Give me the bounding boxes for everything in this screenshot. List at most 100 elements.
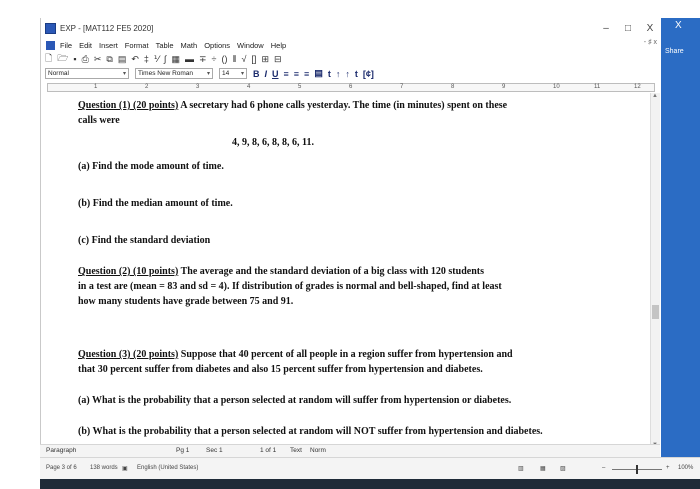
menu-window[interactable]: Window xyxy=(237,41,264,50)
ruler-label: 11 xyxy=(594,84,601,90)
font-value: Times New Roman xyxy=(138,70,194,77)
menu-file[interactable]: File xyxy=(60,41,72,50)
side-close-icon[interactable]: X xyxy=(675,20,682,31)
new-file-icon[interactable]: 🗋 xyxy=(45,51,52,67)
menu-math[interactable]: Math xyxy=(181,41,198,50)
q2-text1: The average and the standard deviation o… xyxy=(178,266,484,277)
zoom-in-button[interactable]: + xyxy=(666,465,670,471)
share-button[interactable]: Share xyxy=(665,48,684,55)
format-extra-button[interactable]: [¢] xyxy=(363,69,374,79)
font-size-value: 14 xyxy=(222,70,230,77)
vertical-scrollbar[interactable]: ▲ ▼ xyxy=(650,93,660,448)
standard-toolbar: 🗋 🗁 ▪ ⎙ ✂ ⧉ ▤ ↶ ‡ ⅟ ∫ ▦ ▬ ∓ ÷ () ⦀ √ [] … xyxy=(41,52,661,66)
page-count[interactable]: Page 3 of 6 xyxy=(46,465,77,471)
q1-part-a: (a) Find the mode amount of time. xyxy=(78,161,224,172)
close-button[interactable]: X xyxy=(639,23,661,34)
document-body[interactable]: Question (1) (20 points) A secretary had… xyxy=(47,93,650,448)
zoom-level[interactable]: 100% xyxy=(678,465,693,471)
ruler[interactable]: 1 2 3 4 5 6 7 8 9 10 11 12 xyxy=(47,83,655,92)
insert-math-icon[interactable]: ‡ xyxy=(144,54,149,64)
q1-line1: Question (1) (20 points) A secretary had… xyxy=(78,99,507,113)
format-toolbar: Normal ▾ Times New Roman ▾ 14 ▾ B I U ≡ … xyxy=(41,66,661,81)
insert-sum-icon[interactable]: ∓ xyxy=(199,54,207,65)
menu-insert[interactable]: Insert xyxy=(99,41,118,50)
minimize-button[interactable]: – xyxy=(595,23,617,34)
ruler-label: 5 xyxy=(298,84,302,90)
print-icon[interactable]: ⎙ xyxy=(82,54,89,65)
q1-text1: A secretary had 6 phone calls yesterday.… xyxy=(178,100,508,111)
ruler-label: 8 xyxy=(451,84,455,90)
open-file-icon[interactable]: 🗁 xyxy=(57,51,68,67)
italic-button[interactable]: I xyxy=(265,69,268,79)
chevron-down-icon: ▾ xyxy=(122,71,126,77)
tab-decimal-icon[interactable]: t xyxy=(355,69,358,79)
insert-table-icon[interactable]: ⊟ xyxy=(274,54,282,65)
status-of: 1 of 1 xyxy=(260,447,277,454)
maximize-button[interactable]: □ xyxy=(617,23,639,34)
insert-division-icon[interactable]: ÷ xyxy=(212,54,217,64)
mdi-controls[interactable]: - ♯ x xyxy=(644,39,657,46)
scroll-thumb[interactable] xyxy=(652,305,659,319)
insert-subscript-icon[interactable]: ▬ xyxy=(185,54,194,64)
menu-bar: File Edit Insert Format Table Math Optio… xyxy=(41,38,661,52)
q2-line1: Question (2) (10 points) The average and… xyxy=(78,265,484,279)
q3-part-b: (b) What is the probability that a perso… xyxy=(78,426,543,437)
app-icon xyxy=(45,22,56,34)
read-mode-icon[interactable]: ▥ xyxy=(518,465,524,472)
justify-icon[interactable]: ▤ xyxy=(314,68,323,79)
ruler-label: 9 xyxy=(502,84,506,90)
web-layout-icon[interactable]: ▨ xyxy=(560,465,566,472)
menu-format[interactable]: Format xyxy=(125,41,149,50)
status-text: Text xyxy=(290,447,302,454)
host-status-bar: Page 3 of 6 138 words ▣ English (United … xyxy=(40,457,700,479)
style-select[interactable]: Normal ▾ xyxy=(45,68,129,79)
chevron-down-icon: ▾ xyxy=(206,71,210,77)
q1-data: 4, 9, 8, 6, 8, 8, 6, 11. xyxy=(232,137,314,148)
ruler-label: 2 xyxy=(145,84,149,90)
menu-help[interactable]: Help xyxy=(271,41,286,50)
q1-text2: calls were xyxy=(78,115,120,126)
ruler-label: 4 xyxy=(247,84,251,90)
word-count[interactable]: 138 words xyxy=(90,465,118,471)
ruler-label: 6 xyxy=(349,84,353,90)
bold-button[interactable]: B xyxy=(253,69,260,79)
menu-options[interactable]: Options xyxy=(204,41,230,50)
q2-text3: how many students have grade between 75 … xyxy=(78,296,294,307)
menu-edit[interactable]: Edit xyxy=(79,41,92,50)
insert-bracket-icon[interactable]: [] xyxy=(251,54,256,64)
zoom-slider-knob[interactable] xyxy=(636,465,638,474)
tab-center-icon[interactable]: ↑ xyxy=(336,69,341,79)
q3-text1: Suppose that 40 percent of all people in… xyxy=(178,349,513,360)
insert-fraction-icon[interactable]: ⅟ xyxy=(154,54,159,65)
insert-matrix-icon[interactable]: ▦ xyxy=(171,54,180,65)
copy-icon[interactable]: ⧉ xyxy=(106,54,112,65)
menu-table[interactable]: Table xyxy=(156,41,174,50)
print-layout-icon[interactable]: ▦ xyxy=(540,465,546,472)
insert-parentheses-icon[interactable]: () xyxy=(222,54,228,64)
language[interactable]: English (United States) xyxy=(137,465,198,471)
font-select[interactable]: Times New Roman ▾ xyxy=(135,68,213,79)
scroll-up-icon[interactable]: ▲ xyxy=(652,93,658,99)
side-panel: X Share xyxy=(661,18,700,463)
align-left-icon[interactable]: ≡ xyxy=(284,69,289,79)
align-center-icon[interactable]: ≡ xyxy=(294,69,299,79)
undo-icon[interactable]: ↶ xyxy=(131,54,139,65)
proofing-icon[interactable]: ▣ xyxy=(122,465,128,472)
cut-icon[interactable]: ✂ xyxy=(94,54,102,65)
insert-bars-icon[interactable]: ⦀ xyxy=(233,54,237,65)
paste-icon[interactable]: ▤ xyxy=(118,54,127,65)
zoom-out-button[interactable]: – xyxy=(602,465,605,471)
insert-integral-icon[interactable]: ∫ xyxy=(164,54,166,64)
insert-grid-icon[interactable]: ⊞ xyxy=(261,54,269,65)
q3-line1: Question (3) (20 points) Suppose that 40… xyxy=(78,348,513,362)
align-right-icon[interactable]: ≡ xyxy=(304,69,309,79)
q3-text2: that 30 percent suffer from diabetes and… xyxy=(78,364,483,375)
style-value: Normal xyxy=(48,70,69,77)
underline-button[interactable]: U xyxy=(272,69,279,79)
insert-root-icon[interactable]: √ xyxy=(241,54,246,64)
font-size-select[interactable]: 14 ▾ xyxy=(219,68,247,79)
q1-part-c: (c) Find the standard deviation xyxy=(78,235,211,246)
save-icon[interactable]: ▪ xyxy=(73,54,76,64)
tab-right-icon[interactable]: ↑ xyxy=(345,69,350,79)
tab-left-icon[interactable]: t xyxy=(328,69,331,79)
